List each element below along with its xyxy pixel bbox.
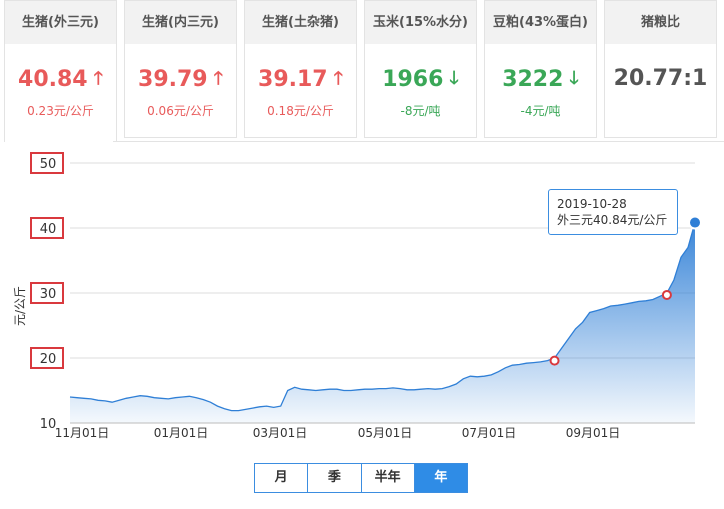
x-tick-label: 01月01日 xyxy=(154,426,209,440)
card-title: 豆粕(43%蛋白) xyxy=(485,1,596,44)
card-value: 39.17 🡑 xyxy=(258,67,343,92)
range-year-button[interactable]: 年 xyxy=(414,464,467,492)
range-month-button[interactable]: 月 xyxy=(255,464,309,492)
card-value: 3222 🡓 xyxy=(502,67,579,92)
card-value: 39.79 🡑 xyxy=(138,67,223,92)
y-tick-label: 40 xyxy=(40,222,57,237)
area-fill xyxy=(70,222,695,423)
panel-divider xyxy=(113,141,724,142)
y-axis-label: 元/公斤 xyxy=(13,286,27,326)
y-tick-label: 30 xyxy=(40,287,57,302)
card-change: -8元/吨 xyxy=(400,104,441,118)
card-soymeal[interactable]: 豆粕(43%蛋白) 3222 🡓 -4元/吨 xyxy=(484,0,597,138)
chart-tooltip: 2019-10-28 外三元40.84元/公斤 xyxy=(548,189,678,235)
card-value: 1966 🡓 xyxy=(382,67,459,92)
card-change: 0.23元/公斤 xyxy=(27,104,94,118)
x-tick-label: 11月01日 xyxy=(55,426,110,440)
card-pig-neisanyuan[interactable]: 生猪(内三元) 39.79 🡑 0.06元/公斤 xyxy=(124,0,237,138)
card-title: 猪粮比 xyxy=(605,1,716,44)
time-range-selector: 月 季 半年 年 xyxy=(254,463,468,493)
y-tick-label: 20 xyxy=(40,352,57,367)
card-title: 生猪(外三元) xyxy=(5,1,116,44)
arrow-up-icon: 🡑 xyxy=(333,68,343,89)
price-cards: 生猪(外三元) 40.84 🡑 0.23元/公斤 生猪(内三元) 39.79 🡑 0… xyxy=(0,0,724,142)
card-corn[interactable]: 玉米(15%水分) 1966 🡓 -8元/吨 xyxy=(364,0,477,138)
card-pig-grain-ratio[interactable]: 猪粮比 20.77:1 xyxy=(604,0,717,138)
arrow-down-icon: 🡓 xyxy=(449,68,459,89)
highlight-marker xyxy=(661,289,672,300)
x-tick-label: 07月01日 xyxy=(462,426,517,440)
card-value: 40.84 🡑 xyxy=(18,67,103,92)
last-point-marker xyxy=(688,215,702,230)
y-tick-label: 50 xyxy=(40,157,57,172)
arrow-up-icon: 🡑 xyxy=(213,68,223,89)
card-change: 0.18元/公斤 xyxy=(267,104,334,118)
card-title: 生猪(内三元) xyxy=(125,1,236,44)
card-pig-waisanyuan[interactable]: 生猪(外三元) 40.84 🡑 0.23元/公斤 xyxy=(4,0,117,142)
arrow-up-icon: 🡑 xyxy=(93,68,103,89)
highlight-marker xyxy=(549,355,560,366)
range-halfyear-button[interactable]: 半年 xyxy=(361,464,415,492)
x-tick-label: 05月01日 xyxy=(358,426,413,440)
x-tick-label: 09月01日 xyxy=(566,426,621,440)
tooltip-text: 外三元40.84元/公斤 xyxy=(557,213,668,227)
card-change: 0.06元/公斤 xyxy=(147,104,214,118)
card-value: 20.77:1 xyxy=(613,66,708,91)
card-title: 玉米(15%水分) xyxy=(365,1,476,44)
card-change: -4元/吨 xyxy=(520,104,561,118)
card-title: 生猪(土杂猪) xyxy=(245,1,356,44)
tooltip-date: 2019-10-28 xyxy=(557,197,627,211)
range-quarter-button[interactable]: 季 xyxy=(308,464,362,492)
arrow-down-icon: 🡓 xyxy=(569,68,579,89)
card-pig-tuzazhu[interactable]: 生猪(土杂猪) 39.17 🡑 0.18元/公斤 xyxy=(244,0,357,138)
x-tick-label: 03月01日 xyxy=(253,426,308,440)
